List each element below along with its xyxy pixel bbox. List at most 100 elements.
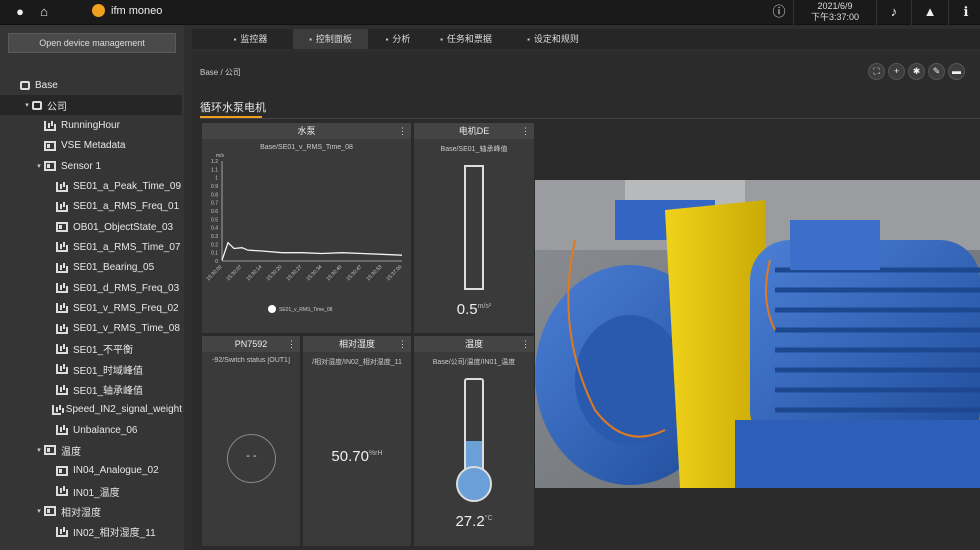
sidebar-item-label: SE01_v_RMS_Time_08: [73, 323, 180, 335]
sidebar-item[interactable]: ▾ 公司: [0, 95, 182, 116]
y-tick-label: 0.6: [211, 209, 218, 215]
tab[interactable]: ▪ 控制面板: [293, 29, 368, 49]
thermometer-bulb: [456, 466, 492, 502]
warning-icon[interactable]: ▲: [922, 4, 938, 20]
sidebar-item[interactable]: SE01_v_RMS_Time_08: [0, 319, 182, 339]
widget-menu-icon[interactable]: ⋮: [521, 123, 530, 139]
widget-pump-subtitle: Base/SE01_v_RMS_Time_08: [260, 144, 353, 151]
pin-button[interactable]: ✱: [908, 63, 925, 80]
tasks-icon: ▪: [440, 35, 443, 44]
tab[interactable]: ▪ 任务和票据: [426, 29, 506, 49]
widget-menu-icon[interactable]: ⋮: [287, 336, 296, 352]
home-icon[interactable]: ⌂: [36, 4, 52, 20]
add-widget-button[interactable]: +: [888, 63, 905, 80]
sidebar-item[interactable]: SE01_a_RMS_Freq_01: [0, 197, 182, 217]
sidebar-item[interactable]: ▾ 温度: [0, 440, 182, 460]
sidebar-item-label: VSE Metadata: [61, 140, 126, 152]
sidebar-item-label: OB01_ObjectState_03: [73, 221, 174, 233]
sidebar-item[interactable]: ▾ 相对湿度: [0, 501, 182, 521]
widget-motor-subtitle: Base/SE01_轴承峰值: [440, 146, 508, 153]
tab-label: 监控器: [240, 34, 268, 44]
user-icon[interactable]: ●: [12, 4, 28, 20]
x-tick-label: 15:30:53: [365, 264, 383, 282]
sidebar-item[interactable]: SE01_时域峰值: [0, 359, 182, 379]
sidebar-item[interactable]: SE01_a_Peak_Time_09: [0, 177, 182, 197]
sidebar-item[interactable]: RunningHour: [0, 116, 182, 136]
widget-pn-header: PN7592 ⋮: [202, 336, 300, 352]
pn-value: - -: [246, 450, 257, 462]
x-tick-label: 15:30:40: [325, 264, 343, 282]
node-icon: [20, 80, 30, 90]
widget-temp-subtitle: Base/公司/温度/IN01_温度: [432, 359, 516, 366]
sidebar-item[interactable]: IN02_相对湿度_11: [0, 522, 182, 542]
y-tick-label: 1: [215, 176, 218, 182]
divider: [200, 118, 980, 119]
y-tick-label: 1.1: [211, 167, 218, 173]
node-icon: [32, 100, 42, 110]
fullscreen-button[interactable]: ⛶: [868, 63, 885, 80]
thermometer-tube: [464, 378, 484, 478]
breadcrumb: Base / 公司: [200, 68, 241, 77]
sidebar-item[interactable]: SE01_v_RMS_Freq_02: [0, 298, 182, 318]
expand-arrow-icon[interactable]: ▾: [22, 101, 32, 109]
expand-arrow-icon[interactable]: ▾: [34, 507, 44, 515]
sidebar-item[interactable]: Base: [0, 75, 182, 95]
chart-icon: [56, 201, 68, 212]
temp-value-number: 27.2: [455, 513, 485, 530]
temp-value-unit: °C: [484, 515, 493, 522]
widget-pn7592: PN7592 ⋮ -92/Switch status [OUT1] - -: [201, 335, 301, 547]
widget-pn-subtitle: -92/Switch status [OUT1]: [212, 357, 290, 364]
sidebar-item[interactable]: SE01_d_RMS_Freq_03: [0, 278, 182, 298]
sidebar-item-label: SE01_v_RMS_Freq_02: [73, 302, 179, 314]
sidebar-item[interactable]: SE01_不平衡: [0, 339, 182, 359]
widget-temp-title: 温度: [464, 339, 483, 349]
sidebar-item[interactable]: IN01_温度: [0, 481, 182, 501]
tab[interactable]: ▪ 设定和规则: [508, 29, 598, 49]
sidebar-item[interactable]: ▾ Sensor 1: [0, 156, 182, 176]
chart-icon: [44, 120, 56, 131]
sidebar-item[interactable]: IN04_Analogue_02: [0, 461, 182, 481]
widget-menu-icon[interactable]: ⋮: [398, 336, 407, 352]
bar-gauge: [464, 165, 484, 290]
motor-value: 0.5m/s²: [414, 301, 534, 318]
sidebar: Open device management Base ▾ 公司 RunningHou…: [0, 25, 184, 550]
widget-humidity-title: 相对湿度: [338, 339, 375, 349]
sidebar-item[interactable]: SE01_a_RMS_Time_07: [0, 237, 182, 257]
y-tick-label: 0.4: [211, 226, 218, 232]
widget-menu-icon[interactable]: ⋮: [521, 336, 530, 352]
tab[interactable]: ▪ 监控器: [208, 29, 293, 49]
legend-marker[interactable]: [268, 305, 276, 313]
x-tick-label: 15:30:14: [245, 264, 263, 282]
expand-arrow-icon[interactable]: ▾: [34, 446, 44, 454]
sidebar-item[interactable]: Speed_IN2_signal_weight: [0, 400, 182, 420]
widget-temp-header: 温度 ⋮: [414, 336, 534, 352]
sidebar-item[interactable]: Unbalance_06: [0, 420, 182, 440]
pump-motor-image: [535, 180, 980, 488]
open-device-management-button[interactable]: Open device management: [8, 33, 176, 53]
edit-button[interactable]: ✎: [928, 63, 945, 80]
chart-icon: [56, 364, 68, 375]
x-tick-label: 15:30:47: [345, 264, 363, 282]
sidebar-item[interactable]: SE01_轴承峰值: [0, 380, 182, 400]
tab[interactable]: ▪ 分析: [373, 29, 423, 49]
info-icon[interactable]: ℹ: [958, 4, 974, 20]
sidebar-item[interactable]: SE01_Bearing_05: [0, 258, 182, 278]
sidebar-item-label: SE01_d_RMS_Freq_03: [73, 282, 180, 294]
notification-bell-icon[interactable]: ♪: [886, 4, 902, 20]
series-line: [221, 241, 403, 261]
sidebar-item-label: Speed_IN2_signal_weight: [65, 404, 182, 416]
delete-button[interactable]: ▬: [948, 63, 965, 80]
widget-pump: 水泵 ⋮ Base/SE01_v_RMS_Time_08 m/s 1.2 1.1 1 0…: [201, 122, 412, 334]
motor-value-unit: m/s²: [477, 303, 492, 310]
expand-arrow-icon[interactable]: ▾: [34, 162, 44, 170]
y-tick-label: 0.1: [211, 251, 218, 257]
x-tick-label: 15:37:00: [385, 264, 403, 282]
sidebar-item[interactable]: VSE Metadata: [0, 136, 182, 156]
sidebar-item[interactable]: OB01_ObjectState_03: [0, 217, 182, 237]
chart-icon: [56, 425, 68, 436]
help-icon[interactable]: ⓘ: [771, 4, 787, 20]
widget-menu-icon[interactable]: ⋮: [398, 123, 407, 139]
chart-icon: [56, 384, 68, 395]
chart-icon: [56, 262, 68, 273]
settings-icon: ▪: [527, 35, 530, 44]
